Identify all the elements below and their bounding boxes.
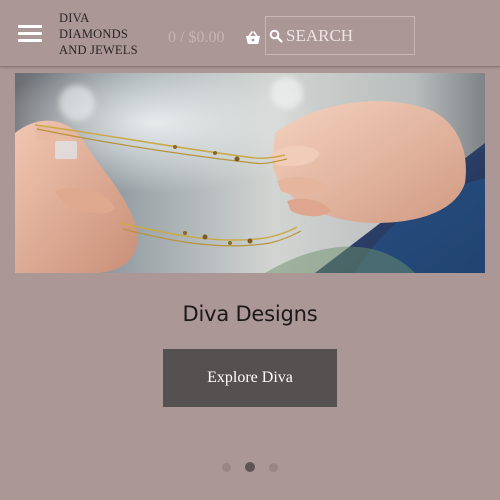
search-icon[interactable] — [269, 29, 283, 43]
search-input[interactable] — [286, 23, 410, 49]
slide-dot-1[interactable] — [222, 462, 231, 472]
slide-title: Diva Designs — [182, 302, 318, 326]
hero-image — [15, 73, 485, 273]
hero-photo-jewelry-hands — [15, 73, 485, 273]
cart-total[interactable]: 0 / $0.00 — [168, 29, 224, 47]
menu-bar — [18, 32, 42, 35]
menu-bar — [18, 39, 42, 42]
logo-line: AND JEWELS — [59, 43, 138, 57]
search-box[interactable] — [265, 16, 415, 55]
site-logo[interactable]: DIVA DIAMONDS AND JEWELS — [59, 10, 159, 58]
explore-button[interactable]: Explore Diva — [163, 349, 337, 407]
site-header: DIVA DIAMONDS AND JEWELS 0 / $0.00 — [0, 0, 500, 67]
logo-line: DIVA — [59, 11, 90, 25]
basket-icon[interactable] — [245, 31, 261, 45]
slide-dot-2[interactable] — [245, 462, 255, 473]
menu-bar — [18, 25, 42, 28]
slide-dot-3[interactable] — [269, 462, 278, 472]
logo-line: DIAMONDS — [59, 27, 128, 41]
hamburger-menu-icon[interactable] — [18, 25, 42, 42]
slideshow-pagination — [0, 458, 500, 473]
